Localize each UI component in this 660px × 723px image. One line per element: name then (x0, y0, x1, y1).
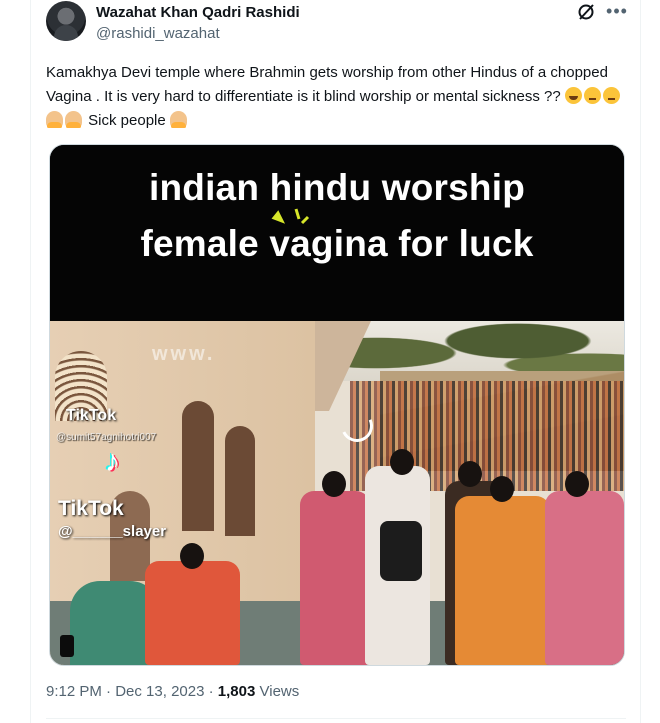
shrug-emoji-icon (46, 111, 63, 128)
worried-emoji-icon (583, 87, 601, 104)
more-options-icon[interactable]: ••• (606, 0, 628, 22)
author-name[interactable]: Wazahat Khan Qadri Rashidi (96, 4, 300, 21)
video-caption-line2: female vagina for luck (140, 223, 534, 264)
tweet-meta: 9:12 PM · Dec 13, 2023 · 1,803 Views (46, 683, 299, 700)
meta-separator: · (101, 683, 116, 700)
head (490, 476, 514, 502)
video-frame (50, 321, 624, 665)
avatar[interactable] (46, 1, 86, 41)
devotee (145, 561, 240, 665)
tweet-text-part1: Kamakhya Devi temple where Brahmin gets … (46, 64, 608, 105)
worried-emoji-icon (602, 87, 620, 104)
backpack (380, 521, 422, 581)
sparkle-icon (271, 208, 310, 225)
head (322, 471, 346, 497)
video-scrub-icon[interactable] (60, 635, 74, 657)
shrug-emoji-icon (65, 111, 82, 128)
views-label: Views (255, 683, 300, 700)
tiktok-user-small: @sumit57agnihotri007 (56, 432, 157, 443)
head (180, 543, 204, 569)
devotee (455, 496, 550, 665)
left-border (30, 0, 31, 723)
tweet-text-part2: Sick people (84, 112, 170, 129)
tweet: Wazahat Khan Qadri Rashidi @rashidi_waza… (46, 0, 628, 723)
head (458, 461, 482, 487)
right-border (640, 0, 641, 723)
divider (46, 718, 626, 719)
author-handle[interactable]: @rashidi_wazahat (96, 25, 220, 42)
meta-separator: · (204, 683, 218, 700)
site-watermark: www. (152, 343, 216, 365)
views-count[interactable]: 1,803 (218, 683, 256, 700)
head (565, 471, 589, 497)
tweet-text: Kamakhya Devi temple where Brahmin gets … (46, 61, 624, 133)
temple-doorway (182, 401, 214, 531)
tiktok-user: @______slayer (58, 523, 167, 540)
tweet-time[interactable]: 9:12 PM (46, 683, 102, 700)
devotee (300, 491, 370, 665)
tiktok-logo-icon: ♪ (105, 445, 120, 478)
tweet-date[interactable]: Dec 13, 2023 (115, 683, 204, 700)
devotee (545, 491, 624, 665)
video-media[interactable]: indian hindu worship female vagina for l… (49, 144, 625, 666)
laughing-emoji-icon (564, 87, 582, 104)
temple-doorway (225, 426, 255, 536)
head (390, 449, 414, 475)
video-caption-line1: indian hindu worship (148, 167, 526, 208)
shrug-emoji-icon (169, 111, 187, 128)
video-caption-band: indian hindu worship female vagina for l… (50, 145, 624, 321)
tiktok-label-small: TikTok (66, 407, 117, 424)
tiktok-brand: TikTok (58, 497, 124, 520)
grok-icon[interactable] (576, 2, 596, 22)
